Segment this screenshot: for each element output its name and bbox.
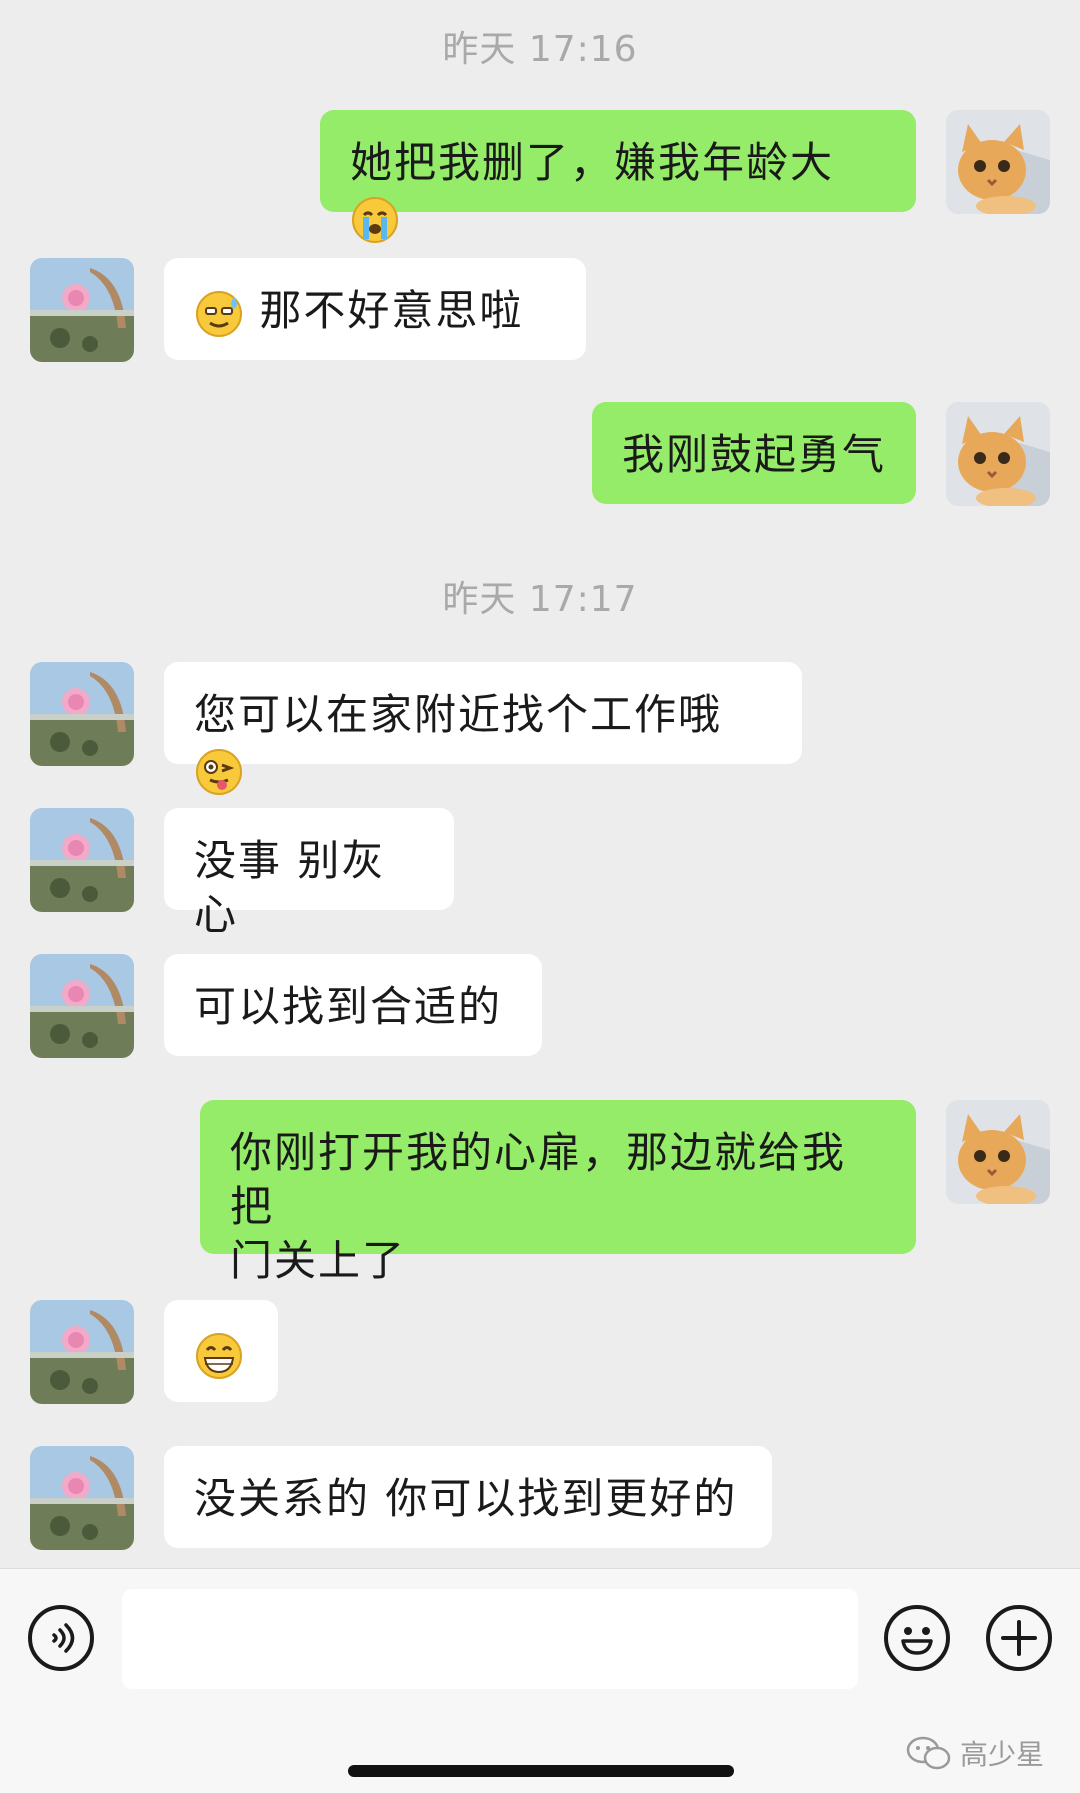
- message-bubble-incoming[interactable]: 没事 别灰心: [164, 808, 454, 939]
- emoji-icon: [901, 1627, 933, 1655]
- timestamp: 昨天 17:16: [442, 29, 638, 70]
- emoji-button[interactable]: [884, 1605, 950, 1671]
- composer-bar: 高少星: [0, 1568, 1080, 1793]
- wechat-icon: [906, 1736, 951, 1770]
- avatar-cat[interactable]: [946, 402, 1050, 506]
- message-bubble-incoming[interactable]: [164, 1300, 278, 1402]
- avatar-landscape[interactable]: [30, 808, 134, 912]
- avatar-landscape[interactable]: [30, 1446, 134, 1550]
- avatar-cat[interactable]: [946, 1100, 1050, 1204]
- watermark: 高少星: [906, 1733, 1044, 1773]
- message-text: 可以找到合适的: [194, 982, 503, 1031]
- message-input[interactable]: [122, 1589, 858, 1689]
- message-text: 我刚鼓起勇气: [622, 430, 887, 479]
- message-bubble-outgoing[interactable]: 你刚打开我的心扉，那边就给我把 门关上了: [200, 1100, 916, 1285]
- timestamp: 昨天 17:17: [442, 579, 638, 620]
- home-indicator[interactable]: [348, 1765, 734, 1777]
- message-text: 她把我删了，嫌我年龄大: [350, 138, 835, 187]
- message-text: 那不好意思啦: [259, 286, 524, 335]
- message-bubble-incoming[interactable]: 可以找到合适的: [164, 954, 542, 1056]
- wink-tongue-face-icon: [196, 748, 242, 795]
- avatar-cat[interactable]: [946, 110, 1050, 214]
- message-bubble-incoming[interactable]: 没关系的 你可以找到更好的: [164, 1446, 772, 1548]
- message-text-line: 你刚打开我的心扉，那边就给我把: [230, 1128, 847, 1231]
- voice-icon: [52, 1623, 75, 1653]
- message-text: 没关系的 你可以找到更好的: [194, 1474, 738, 1523]
- message-text-line: 门关上了: [230, 1236, 407, 1285]
- plus-button[interactable]: [986, 1605, 1052, 1671]
- message-bubble-outgoing[interactable]: 我刚鼓起勇气: [592, 402, 916, 504]
- avatar-landscape[interactable]: [30, 954, 134, 1058]
- message-bubble-outgoing[interactable]: 她把我删了，嫌我年龄大: [320, 110, 916, 243]
- message-text: 没事 别灰心: [194, 836, 386, 939]
- avatar-landscape[interactable]: [30, 1300, 134, 1404]
- sweat-smile-face-icon: [196, 290, 242, 337]
- message-text: 您可以在家附近找个工作哦: [194, 690, 723, 739]
- watermark-text: 高少星: [959, 1738, 1044, 1771]
- grinning-face-icon: [196, 1332, 242, 1379]
- message-bubble-incoming[interactable]: 您可以在家附近找个工作哦: [164, 662, 802, 795]
- voice-button[interactable]: [28, 1605, 94, 1671]
- avatar-landscape[interactable]: [30, 258, 134, 362]
- message-bubble-incoming[interactable]: 那不好意思啦: [164, 258, 586, 360]
- plus-icon: [1001, 1620, 1037, 1656]
- avatar-landscape[interactable]: [30, 662, 134, 766]
- crying-face-icon: [352, 196, 398, 243]
